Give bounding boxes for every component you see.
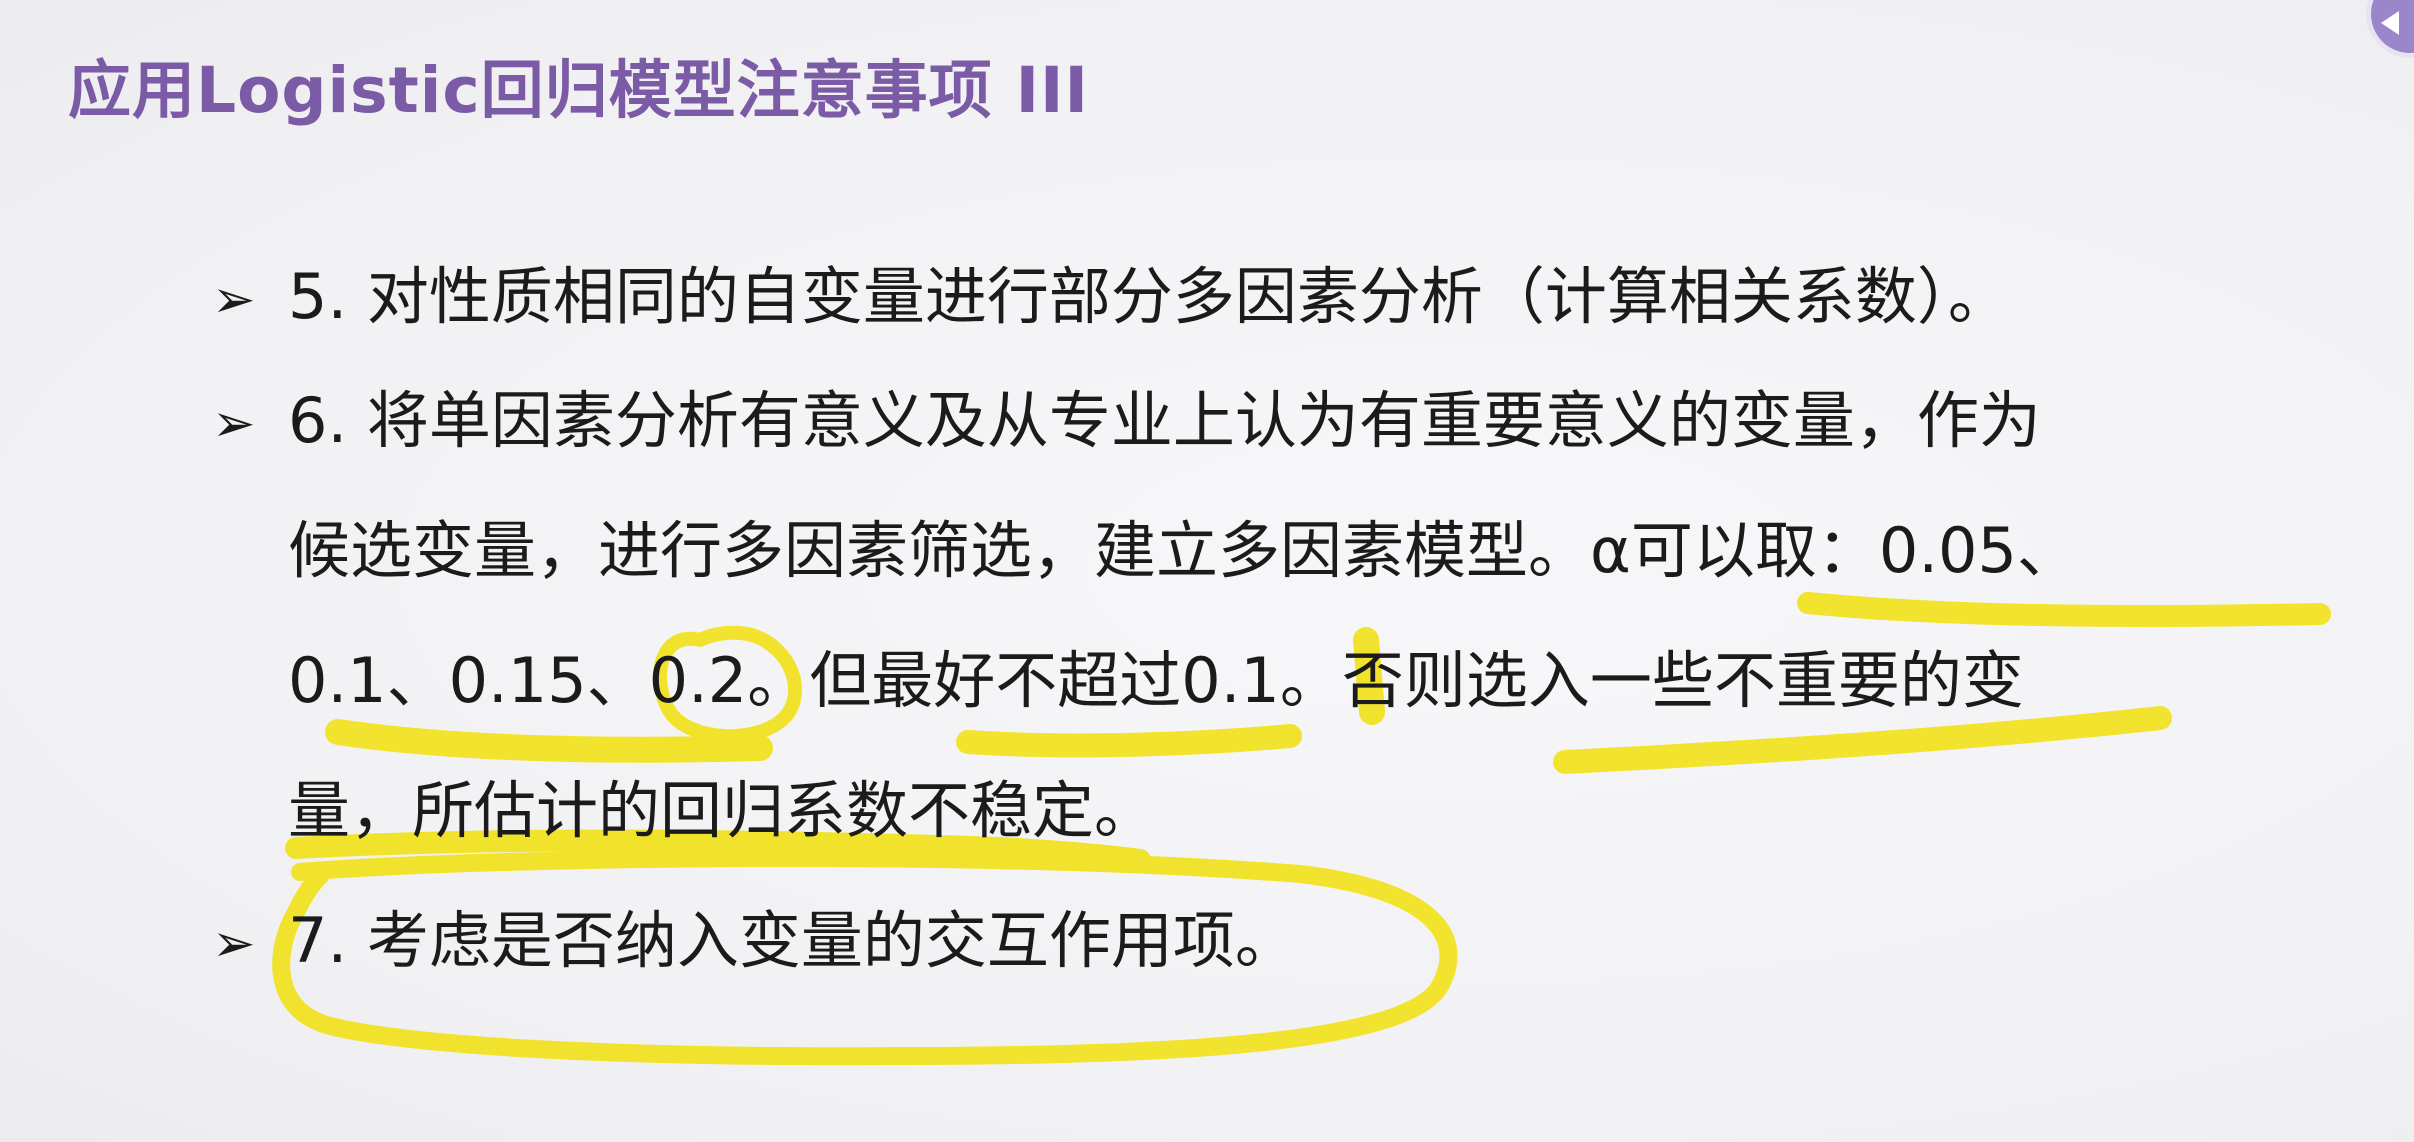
bullet-marker: ➢ (212, 270, 256, 330)
bullet-6-line-1: 6. 将单因素分析有意义及从专业上认为有重要意义的变量，作为 (288, 384, 2041, 457)
previous-slide-button[interactable] (2366, 0, 2414, 58)
bullet-6-line-2: 候选变量，进行多因素筛选，建立多因素模型。α可以取：0.05、 (288, 514, 2079, 587)
underline-not-exceed (956, 724, 1302, 758)
bullet-7-text: 7. 考虑是否纳入变量的交互作用项。 (288, 904, 1297, 977)
underline-candidate-values (325, 719, 773, 763)
underline-alpha-values (1797, 592, 2331, 628)
bullet-marker: ➢ (212, 394, 256, 454)
bullet-6-line-4: 量，所估计的回归系数不稳定。 (288, 774, 1157, 847)
bullet-marker: ➢ (212, 914, 256, 974)
underline-unimportant (1553, 706, 2172, 774)
bullet-5-text: 5. 对性质相同的自变量进行部分多因素分析（计算相关系数）。 (288, 260, 2010, 333)
bullet-6-line-3: 0.1、0.15、0.2。但最好不超过0.1。否则选入一些不重要的变 (288, 644, 2024, 717)
slide: 应用Logistic回归模型注意事项 III ➢ 5. 对性质相同的自变量进行部… (0, 0, 2414, 1142)
left-arrow-icon (2381, 11, 2399, 35)
slide-title: 应用Logistic回归模型注意事项 III (68, 54, 1089, 127)
